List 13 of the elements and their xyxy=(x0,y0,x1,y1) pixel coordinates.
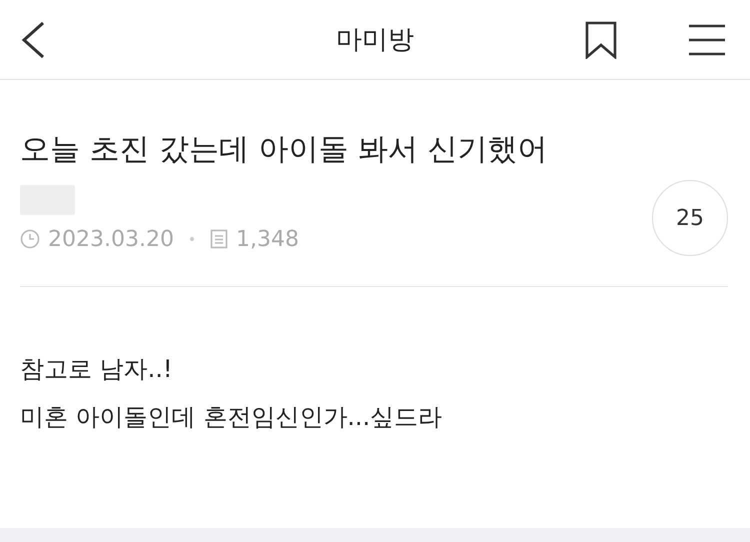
separator-dot xyxy=(190,237,194,241)
comment-count-button[interactable]: 25 xyxy=(652,180,728,256)
post-date: 2023.03.20 xyxy=(48,226,174,252)
body-text: 미혼 아이돌인데 혼전임신인가...싶드라 xyxy=(20,402,444,433)
post-title: 오늘 초진 갔는데 아이돌 봐서 신기했어 xyxy=(20,131,549,169)
bookmark-icon[interactable] xyxy=(585,20,617,58)
body-text: 참고로 남자..! xyxy=(20,354,174,385)
document-icon xyxy=(210,229,228,249)
back-icon[interactable] xyxy=(20,20,46,58)
clock-icon xyxy=(20,229,40,249)
menu-icon[interactable] xyxy=(689,24,725,56)
board-title: 마미방 xyxy=(336,24,414,57)
view-count: 1,348 xyxy=(236,226,299,252)
